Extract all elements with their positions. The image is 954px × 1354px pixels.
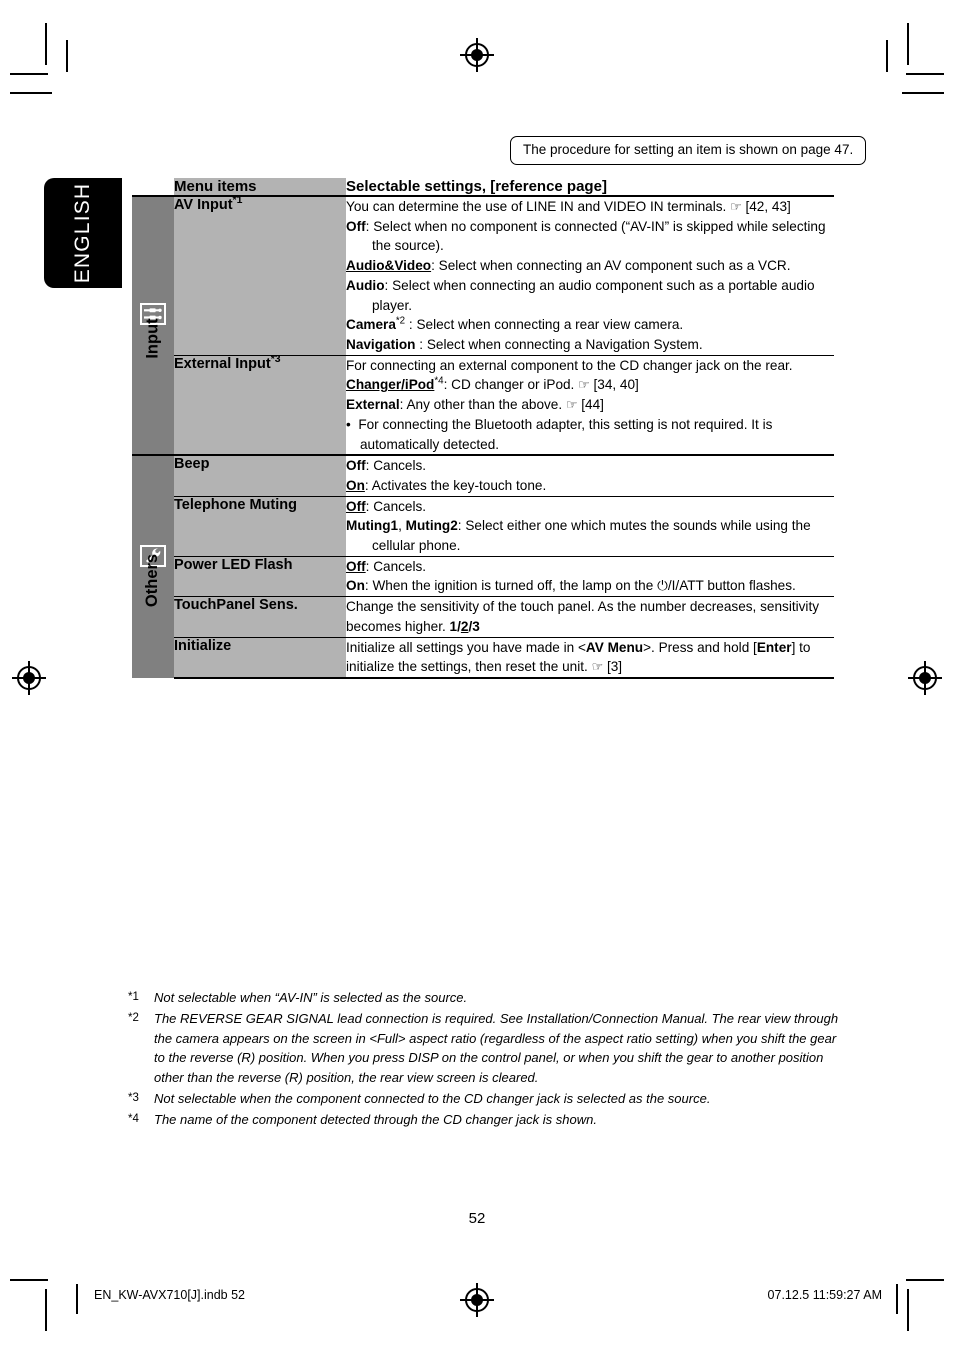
power-standby-icon: ⏻: [657, 578, 668, 594]
registration-target-top-icon: [460, 38, 494, 72]
crop-mark-top-left-horizontal-inner: [10, 92, 52, 94]
menu-item-power-led-flash-label: Power LED Flash: [174, 556, 293, 573]
footnote-text: Not selectable when the component connec…: [154, 1090, 711, 1106]
pointing-hand-icon: ☞: [730, 199, 742, 214]
footnote-marker: *2: [128, 1011, 139, 1024]
section-tab-others-label: Others: [143, 553, 162, 607]
crop-mark-top-left-horizontal: [10, 73, 48, 75]
procedure-note: The procedure for setting an item is sho…: [510, 136, 867, 166]
pointing-hand-icon: ☞: [578, 377, 590, 393]
header-selectable-settings: Selectable settings, [reference page]: [346, 178, 834, 196]
pointing-hand-icon: ☞: [591, 659, 604, 675]
table-row: External Input*3 For connecting an exter…: [132, 353, 834, 456]
footnote-item: *1 Not selectable when “AV-IN” is select…: [128, 988, 840, 1008]
desc-line: Off: Cancels.: [346, 458, 427, 474]
crop-mark-top-right-vertical-inner: [886, 40, 888, 72]
desc-line: On: When the ignition is turned off, the…: [346, 578, 796, 594]
description-touchpanel-sens: Change the sensitivity of the touch pane…: [346, 596, 834, 638]
desc-line: Change the sensitivity of the touch pane…: [346, 599, 820, 634]
desc-line: Changer/iPod*4: CD changer or iPod. ☞ [3…: [346, 375, 639, 393]
footer-rule-right: [896, 1284, 898, 1314]
header-menu-items: Menu items: [174, 178, 346, 196]
footnote-item: *3 Not selectable when the component con…: [128, 1089, 840, 1109]
menu-item-touchpanel-sens-label: TouchPanel Sens.: [174, 597, 298, 614]
table-row: Telephone Muting Off: Cancels. Muting1, …: [132, 495, 834, 557]
section-tab-others: Others: [132, 454, 174, 678]
desc-line: On: Activates the key-touch tone.: [346, 477, 547, 493]
menu-item-touchpanel-sens: TouchPanel Sens.: [174, 596, 346, 638]
menu-item-av-input-footnote-ref: *1: [232, 195, 243, 207]
description-power-led-flash: Off: Cancels. On: When the ignition is t…: [346, 555, 834, 597]
crop-mark-bottom-right-vertical: [907, 1289, 909, 1331]
menu-item-external-input-footnote-ref: *3: [270, 353, 281, 365]
menu-item-telephone-muting: Telephone Muting: [174, 495, 346, 557]
crop-mark-top-left-vertical: [45, 23, 47, 65]
page-number: 52: [468, 1210, 486, 1227]
section-tab-input-label: Input: [143, 318, 162, 359]
footnote-item: *4 The name of the component detected th…: [128, 1110, 840, 1130]
crop-mark-bottom-left-horizontal: [10, 1279, 48, 1281]
desc-line: • For connecting the Bluetooth adapter, …: [346, 416, 773, 452]
footnote-marker: *3: [128, 1091, 139, 1104]
table-row: Power LED Flash Off: Cancels. On: When t…: [132, 555, 834, 597]
desc-line: Initialize all settings you have made in…: [346, 639, 811, 675]
desc-line: For connecting an external component to …: [346, 357, 793, 373]
menu-item-external-input: External Input*3: [174, 353, 346, 456]
footnote-text: The name of the component detected throu…: [154, 1111, 597, 1127]
footer-timestamp: 07.12.5 11:59:27 AM: [767, 1288, 882, 1302]
footnote-text: Not selectable when “AV-IN” is selected …: [154, 990, 468, 1005]
crop-mark-top-right-horizontal: [906, 73, 944, 75]
footnote-item: *2 The REVERSE GEAR SIGNAL lead connecti…: [128, 1009, 840, 1088]
header-spacer: [132, 178, 174, 196]
desc-line: You can determine the use of LINE IN and…: [346, 199, 791, 214]
desc-line: Off: Cancels.: [346, 498, 427, 514]
footnote-text: The REVERSE GEAR SIGNAL lead connection …: [154, 1010, 839, 1085]
menu-item-telephone-muting-label: Telephone Muting: [174, 496, 297, 513]
footnote-marker: *4: [128, 1112, 139, 1125]
footer-file-name: EN_KW-AVX710[J].indb 52: [94, 1288, 246, 1302]
description-initialize: Initialize all settings you have made in…: [346, 636, 834, 679]
menu-item-power-led-flash: Power LED Flash: [174, 555, 346, 597]
description-telephone-muting: Off: Cancels. Muting1, Muting2: Select e…: [346, 495, 834, 557]
crop-mark-top-right-horizontal-inner: [902, 92, 944, 94]
registration-target-bottom-icon: [460, 1283, 494, 1317]
registration-target-right-icon: [908, 661, 942, 695]
footnote-marker: *1: [128, 991, 139, 1003]
description-beep: Off: Cancels. On: Activates the key-touc…: [346, 454, 834, 497]
crop-mark-top-right-vertical: [907, 23, 909, 65]
description-external-input: For connecting an external component to …: [346, 354, 834, 456]
desc-line: Muting1, Muting2: Select either one whic…: [346, 518, 811, 554]
registration-target-left-icon: [12, 661, 46, 695]
settings-table: Menu items Selectable settings, [referen…: [132, 178, 834, 679]
table-row: TouchPanel Sens. Change the sensitivity …: [132, 596, 834, 638]
footnotes: *1 Not selectable when “AV-IN” is select…: [128, 988, 840, 1130]
desc-line: Camera*2 : Select when connecting a rear…: [346, 315, 684, 333]
language-tab-english: ENGLISH: [44, 178, 122, 288]
table-row: Initialize Initialize all settings you h…: [132, 636, 834, 679]
section-tab-input: Input: [132, 194, 174, 456]
crop-mark-top-left-vertical-inner: [66, 40, 68, 72]
pointing-hand-icon: ☞: [565, 397, 578, 413]
desc-line: Audio: Select when connecting an audio c…: [346, 277, 815, 313]
language-tab-label: ENGLISH: [71, 182, 94, 284]
menu-item-beep: Beep: [174, 454, 346, 497]
crop-mark-bottom-right-horizontal: [906, 1279, 944, 1281]
desc-line: Off: Select when no component is connect…: [346, 218, 826, 254]
desc-line: Off: Cancels.: [346, 558, 427, 574]
table-row: Others Beep Off: Cancels. On: Activates …: [132, 454, 834, 678]
desc-line: Navigation : Select when connecting a Na…: [346, 336, 703, 352]
table-header-row: Menu items Selectable settings, [referen…: [132, 178, 834, 196]
menu-item-external-input-label: External Input: [174, 355, 271, 372]
menu-item-initialize-label: Initialize: [174, 637, 232, 654]
description-av-input: You can determine the use of LINE IN and…: [346, 194, 834, 356]
menu-item-av-input: AV Input*1: [174, 194, 346, 356]
menu-item-beep-label: Beep: [174, 456, 210, 473]
table-row: Input AV Input*1 You can determine the u…: [132, 194, 834, 456]
desc-line: External: Any other than the above. ☞ [4…: [346, 397, 604, 413]
crop-mark-bottom-left-vertical: [45, 1289, 47, 1331]
menu-item-av-input-label: AV Input: [174, 197, 233, 213]
desc-line: Audio&Video: Select when connecting an A…: [346, 258, 791, 274]
footer-rule-left: [76, 1284, 78, 1314]
menu-item-initialize: Initialize: [174, 636, 346, 679]
